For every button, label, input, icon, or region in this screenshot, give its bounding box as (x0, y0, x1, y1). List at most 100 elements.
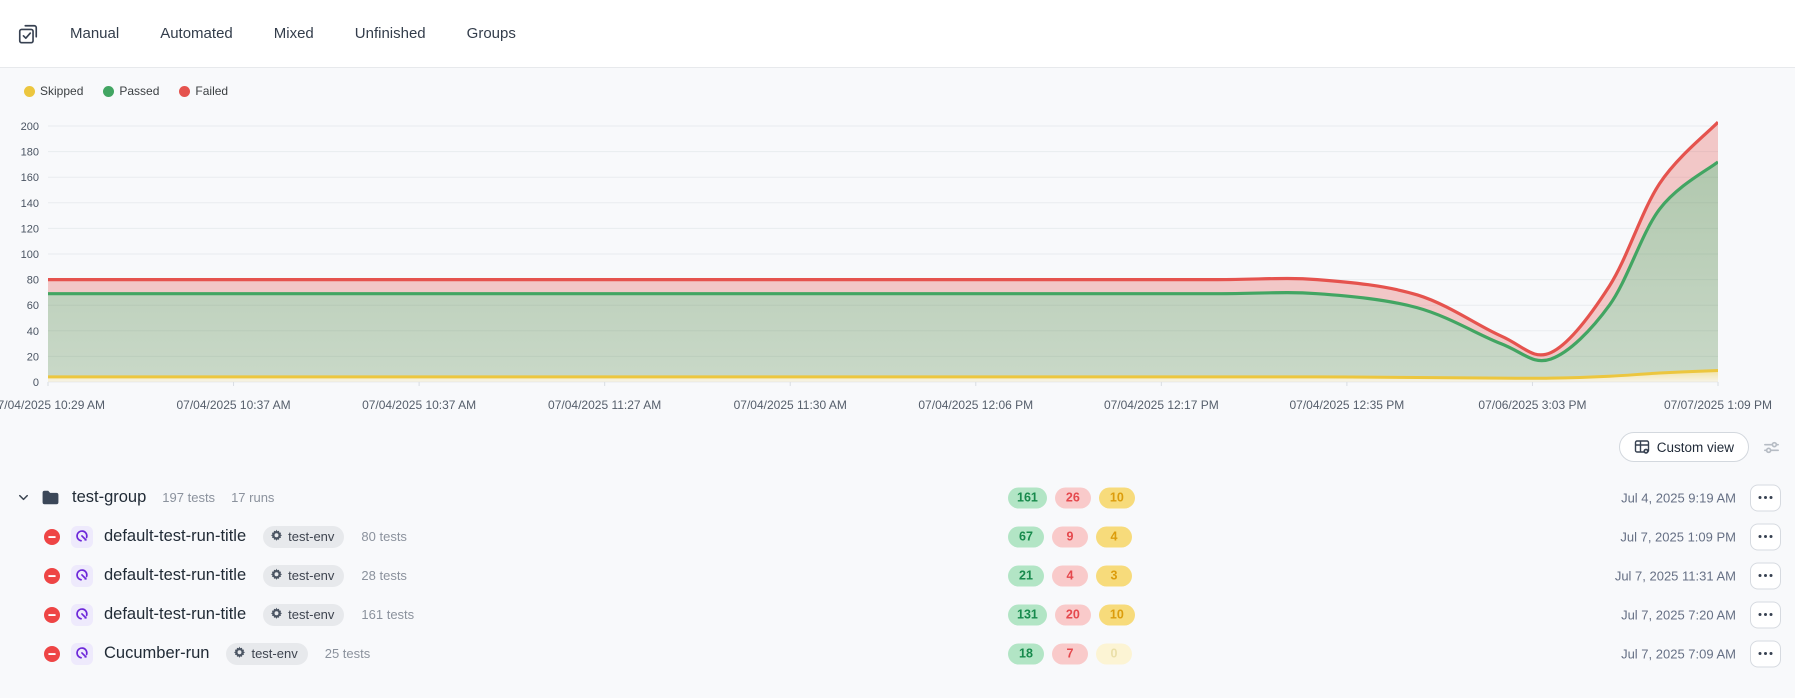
row-left-content: test-group197 tests17 runs (0, 488, 274, 507)
chart-legend: Skipped Passed Failed (24, 84, 1795, 98)
row-left-content: default-test-run-title test-env 80 tests (0, 526, 407, 548)
tab-automated[interactable]: Automated (160, 21, 233, 46)
tests-count-label: 161 tests (361, 607, 414, 622)
environment-label: test-env (251, 646, 297, 661)
x-axis-tick-label: 07/04/2025 10:29 AM (0, 398, 105, 412)
run-date: Jul 7, 2025 7:09 AM (1621, 646, 1736, 661)
run-title: default-test-run-title (104, 605, 246, 624)
result-badges: 67 94 (1008, 526, 1132, 547)
x-axis-tick-label: 07/04/2025 12:17 PM (1104, 398, 1219, 412)
skipped-count-badge: 4 (1096, 526, 1132, 547)
passed-count-badge: 21 (1008, 565, 1044, 586)
checklist-icon[interactable] (16, 22, 40, 46)
table-gear-icon (1634, 439, 1650, 455)
test-run-row[interactable]: default-test-run-title test-env 80 tests 67… (0, 517, 1795, 556)
environment-label: test-env (288, 568, 334, 583)
x-axis-tick-label: 07/07/2025 1:09 PM (1664, 398, 1772, 412)
run-avatar-icon (71, 604, 93, 626)
passed-count-badge: 67 (1008, 526, 1044, 547)
legend-label: Passed (119, 84, 159, 98)
run-avatar-icon (71, 526, 93, 548)
filters-sliders-icon[interactable] (1762, 438, 1781, 457)
area-chart-canvas: 020406080100120140160180200 (0, 104, 1795, 394)
tests-count-label: 80 tests (361, 529, 407, 544)
legend-dot-skipped (24, 86, 35, 97)
svg-text:120: 120 (21, 223, 39, 235)
row-left-content: default-test-run-title test-env 161 tests (0, 604, 414, 626)
run-date: Jul 7, 2025 11:31 AM (1615, 568, 1736, 583)
test-run-row[interactable]: default-test-run-title test-env 161 tests 1… (0, 595, 1795, 634)
run-date: Jul 7, 2025 1:09 PM (1620, 529, 1736, 544)
x-axis-tick-label: 07/04/2025 11:27 AM (548, 398, 661, 412)
failed-count-badge: 9 (1052, 526, 1088, 547)
row-right-content: Jul 7, 2025 11:31 AM (1615, 562, 1781, 589)
status-blocked-icon (44, 568, 60, 584)
chevron-down-icon[interactable] (16, 490, 31, 505)
x-axis-tick-label: 07/04/2025 12:35 PM (1289, 398, 1404, 412)
row-right-content: Jul 7, 2025 7:09 AM (1621, 640, 1781, 667)
passed-count-badge: 131 (1008, 604, 1047, 625)
failed-count-badge: 4 (1052, 565, 1088, 586)
environment-badge: test-env (263, 565, 344, 587)
run-avatar-icon (71, 643, 93, 665)
tab-manual[interactable]: Manual (70, 21, 119, 46)
tab-bar: Manual Automated Mixed Unfinished Groups (70, 21, 516, 46)
runs-count-label: 17 runs (231, 490, 274, 505)
test-results-chart: 020406080100120140160180200 07/04/2025 1… (0, 104, 1795, 418)
row-left-content: default-test-run-titletest-env28 tests (0, 565, 407, 587)
legend-item-failed[interactable]: Failed (179, 84, 228, 98)
run-date: Jul 7, 2025 7:20 AM (1621, 607, 1736, 622)
svg-text:0: 0 (33, 377, 39, 389)
tests-count-label: 25 tests (325, 646, 371, 661)
x-axis-tick-label: 07/04/2025 10:37 AM (362, 398, 476, 412)
row-menu-button[interactable] (1750, 562, 1781, 589)
gear-icon (233, 646, 246, 662)
legend-item-passed[interactable]: Passed (103, 84, 159, 98)
test-run-row[interactable]: default-test-run-titletest-env28 tests21… (0, 556, 1795, 595)
legend-dot-failed (179, 86, 190, 97)
tab-groups[interactable]: Groups (467, 21, 516, 46)
row-menu-button[interactable] (1750, 601, 1781, 628)
svg-text:40: 40 (27, 326, 39, 338)
environment-label: test-env (288, 607, 334, 622)
x-axis-tick-label: 07/04/2025 10:37 AM (177, 398, 291, 412)
custom-view-button[interactable]: Custom view (1619, 432, 1749, 462)
environment-badge: test-env (226, 643, 307, 665)
test-run-row[interactable]: Cucumber-run test-env 25 tests 1870 Jul 7, 2… (0, 634, 1795, 673)
row-menu-button[interactable] (1750, 640, 1781, 667)
svg-text:160: 160 (21, 172, 39, 184)
skipped-count-badge: 3 (1096, 565, 1132, 586)
legend-label: Failed (195, 84, 228, 98)
skipped-count-badge: 10 (1099, 487, 1135, 508)
run-title: default-test-run-title (104, 566, 246, 585)
x-axis-labels: 07/04/2025 10:29 AM 07/04/2025 10:37 AM 07… (0, 394, 1795, 418)
run-date: Jul 4, 2025 9:19 AM (1621, 490, 1736, 505)
tab-unfinished[interactable]: Unfinished (355, 21, 426, 46)
gear-icon (270, 529, 283, 545)
legend-item-skipped[interactable]: Skipped (24, 84, 83, 98)
status-blocked-icon (44, 529, 60, 545)
tab-mixed[interactable]: Mixed (274, 21, 314, 46)
environment-badge: test-env (263, 604, 344, 626)
environment-label: test-env (288, 529, 334, 544)
failed-count-badge: 26 (1055, 487, 1091, 508)
result-badges: 1312010 (1008, 604, 1135, 625)
x-axis-tick-label: 07/06/2025 3:03 PM (1478, 398, 1586, 412)
status-blocked-icon (44, 607, 60, 623)
failed-count-badge: 7 (1052, 643, 1088, 664)
skipped-count-badge: 0 (1096, 643, 1132, 664)
run-title: default-test-run-title (104, 527, 246, 546)
svg-text:140: 140 (21, 198, 39, 210)
test-runs-list: test-group197 tests17 runs1612610Jul 4, … (0, 478, 1795, 673)
row-right-content: Jul 7, 2025 7:20 AM (1621, 601, 1781, 628)
row-menu-button[interactable] (1750, 484, 1781, 511)
result-badges: 21 43 (1008, 565, 1132, 586)
group-row[interactable]: test-group197 tests17 runs1612610Jul 4, … (0, 478, 1795, 517)
svg-text:100: 100 (21, 249, 39, 261)
group-title: test-group (72, 488, 146, 507)
result-badges: 1870 (1008, 643, 1132, 664)
svg-text:60: 60 (27, 300, 39, 312)
run-avatar-icon (71, 565, 93, 587)
row-menu-button[interactable] (1750, 523, 1781, 550)
run-title: Cucumber-run (104, 644, 209, 663)
